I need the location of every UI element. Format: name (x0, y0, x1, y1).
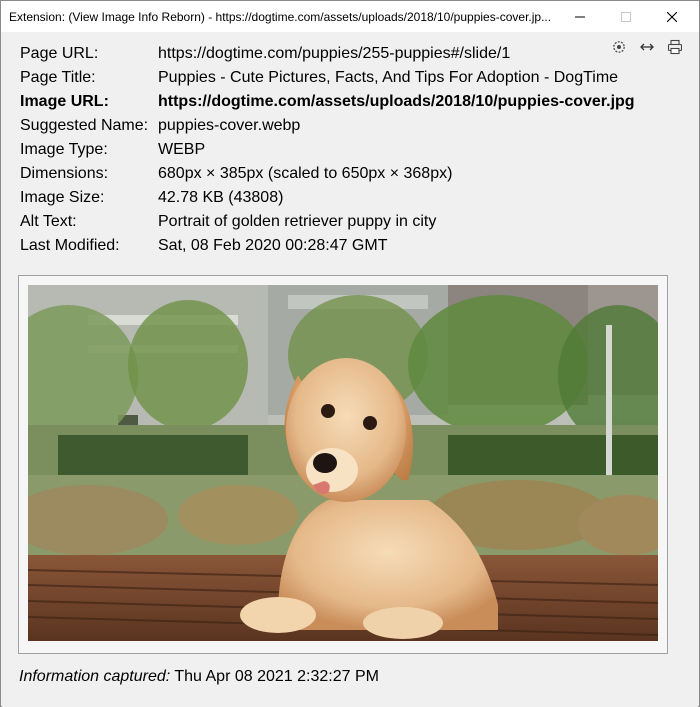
info-row-page-title: Page Title: Puppies - Cute Pictures, Fac… (20, 66, 635, 90)
vertical-scrollbar[interactable] (682, 32, 698, 707)
puppy-image (28, 285, 658, 641)
maximize-icon (621, 11, 631, 22)
info-value: WEBP (158, 141, 206, 158)
info-label: Suggested Name: (20, 117, 149, 134)
image-preview-frame (18, 275, 668, 654)
info-value: https://dogtime.com/assets/uploads/2018/… (158, 93, 635, 110)
info-row-alt-text: Alt Text: Portrait of golden retriever p… (20, 210, 635, 234)
maximize-button (603, 1, 649, 32)
capture-info: Information captured: Thu Apr 08 2021 2:… (19, 668, 379, 686)
close-button[interactable] (649, 1, 695, 32)
close-icon (667, 11, 677, 22)
info-value: Sat, 08 Feb 2020 00:28:47 GMT (158, 237, 388, 254)
minimize-button[interactable] (557, 1, 603, 32)
info-row-dimensions: Dimensions: 680px × 385px (scaled to 650… (20, 162, 635, 186)
title-bar[interactable]: Extension: (View Image Info Reborn) - ht… (1, 1, 699, 32)
info-value: 680px × 385px (scaled to 650px × 368px) (158, 165, 453, 182)
info-row-image-type: Image Type: WEBP (20, 138, 635, 162)
info-row-image-size: Image Size: 42.78 KB (43808) (20, 186, 635, 210)
info-label: Image Type: (20, 141, 108, 158)
info-label: Last Modified: (20, 237, 120, 254)
info-value: Puppies - Cute Pictures, Facts, And Tips… (158, 69, 619, 86)
info-label: Image URL: (20, 93, 109, 110)
info-label: Page Title: (20, 69, 96, 86)
window-title: Extension: (View Image Info Reborn) - ht… (9, 9, 552, 24)
info-label: Dimensions: (20, 165, 109, 182)
info-label: Page URL: (20, 45, 99, 62)
info-value: Portrait of golden retriever puppy in ci… (158, 213, 437, 230)
info-row-page-url: Page URL: https://dogtime.com/puppies/25… (20, 42, 635, 66)
info-value: 42.78 KB (43808) (158, 189, 284, 206)
capture-label: Information captured: (19, 668, 171, 685)
minimize-icon (575, 16, 585, 17)
info-row-image-url: Image URL: https://dogtime.com/assets/up… (20, 90, 635, 114)
info-row-suggested-name: Suggested Name: puppies-cover.webp (20, 114, 635, 138)
info-label: Alt Text: (20, 213, 77, 230)
content-area: Page URL: https://dogtime.com/puppies/25… (2, 32, 684, 707)
resize-icon[interactable] (638, 38, 656, 56)
capture-timestamp: Thu Apr 08 2021 2:32:27 PM (174, 668, 379, 685)
info-label: Image Size: (20, 189, 105, 206)
extension-window: Extension: (View Image Info Reborn) - ht… (0, 0, 700, 707)
info-row-last-modified: Last Modified: Sat, 08 Feb 2020 00:28:47… (20, 234, 635, 258)
info-value: puppies-cover.webp (158, 117, 301, 134)
info-value: https://dogtime.com/puppies/255-puppies#… (158, 45, 511, 62)
puppy-photo[interactable] (28, 285, 658, 641)
info-table: Page URL: https://dogtime.com/puppies/25… (20, 42, 635, 258)
